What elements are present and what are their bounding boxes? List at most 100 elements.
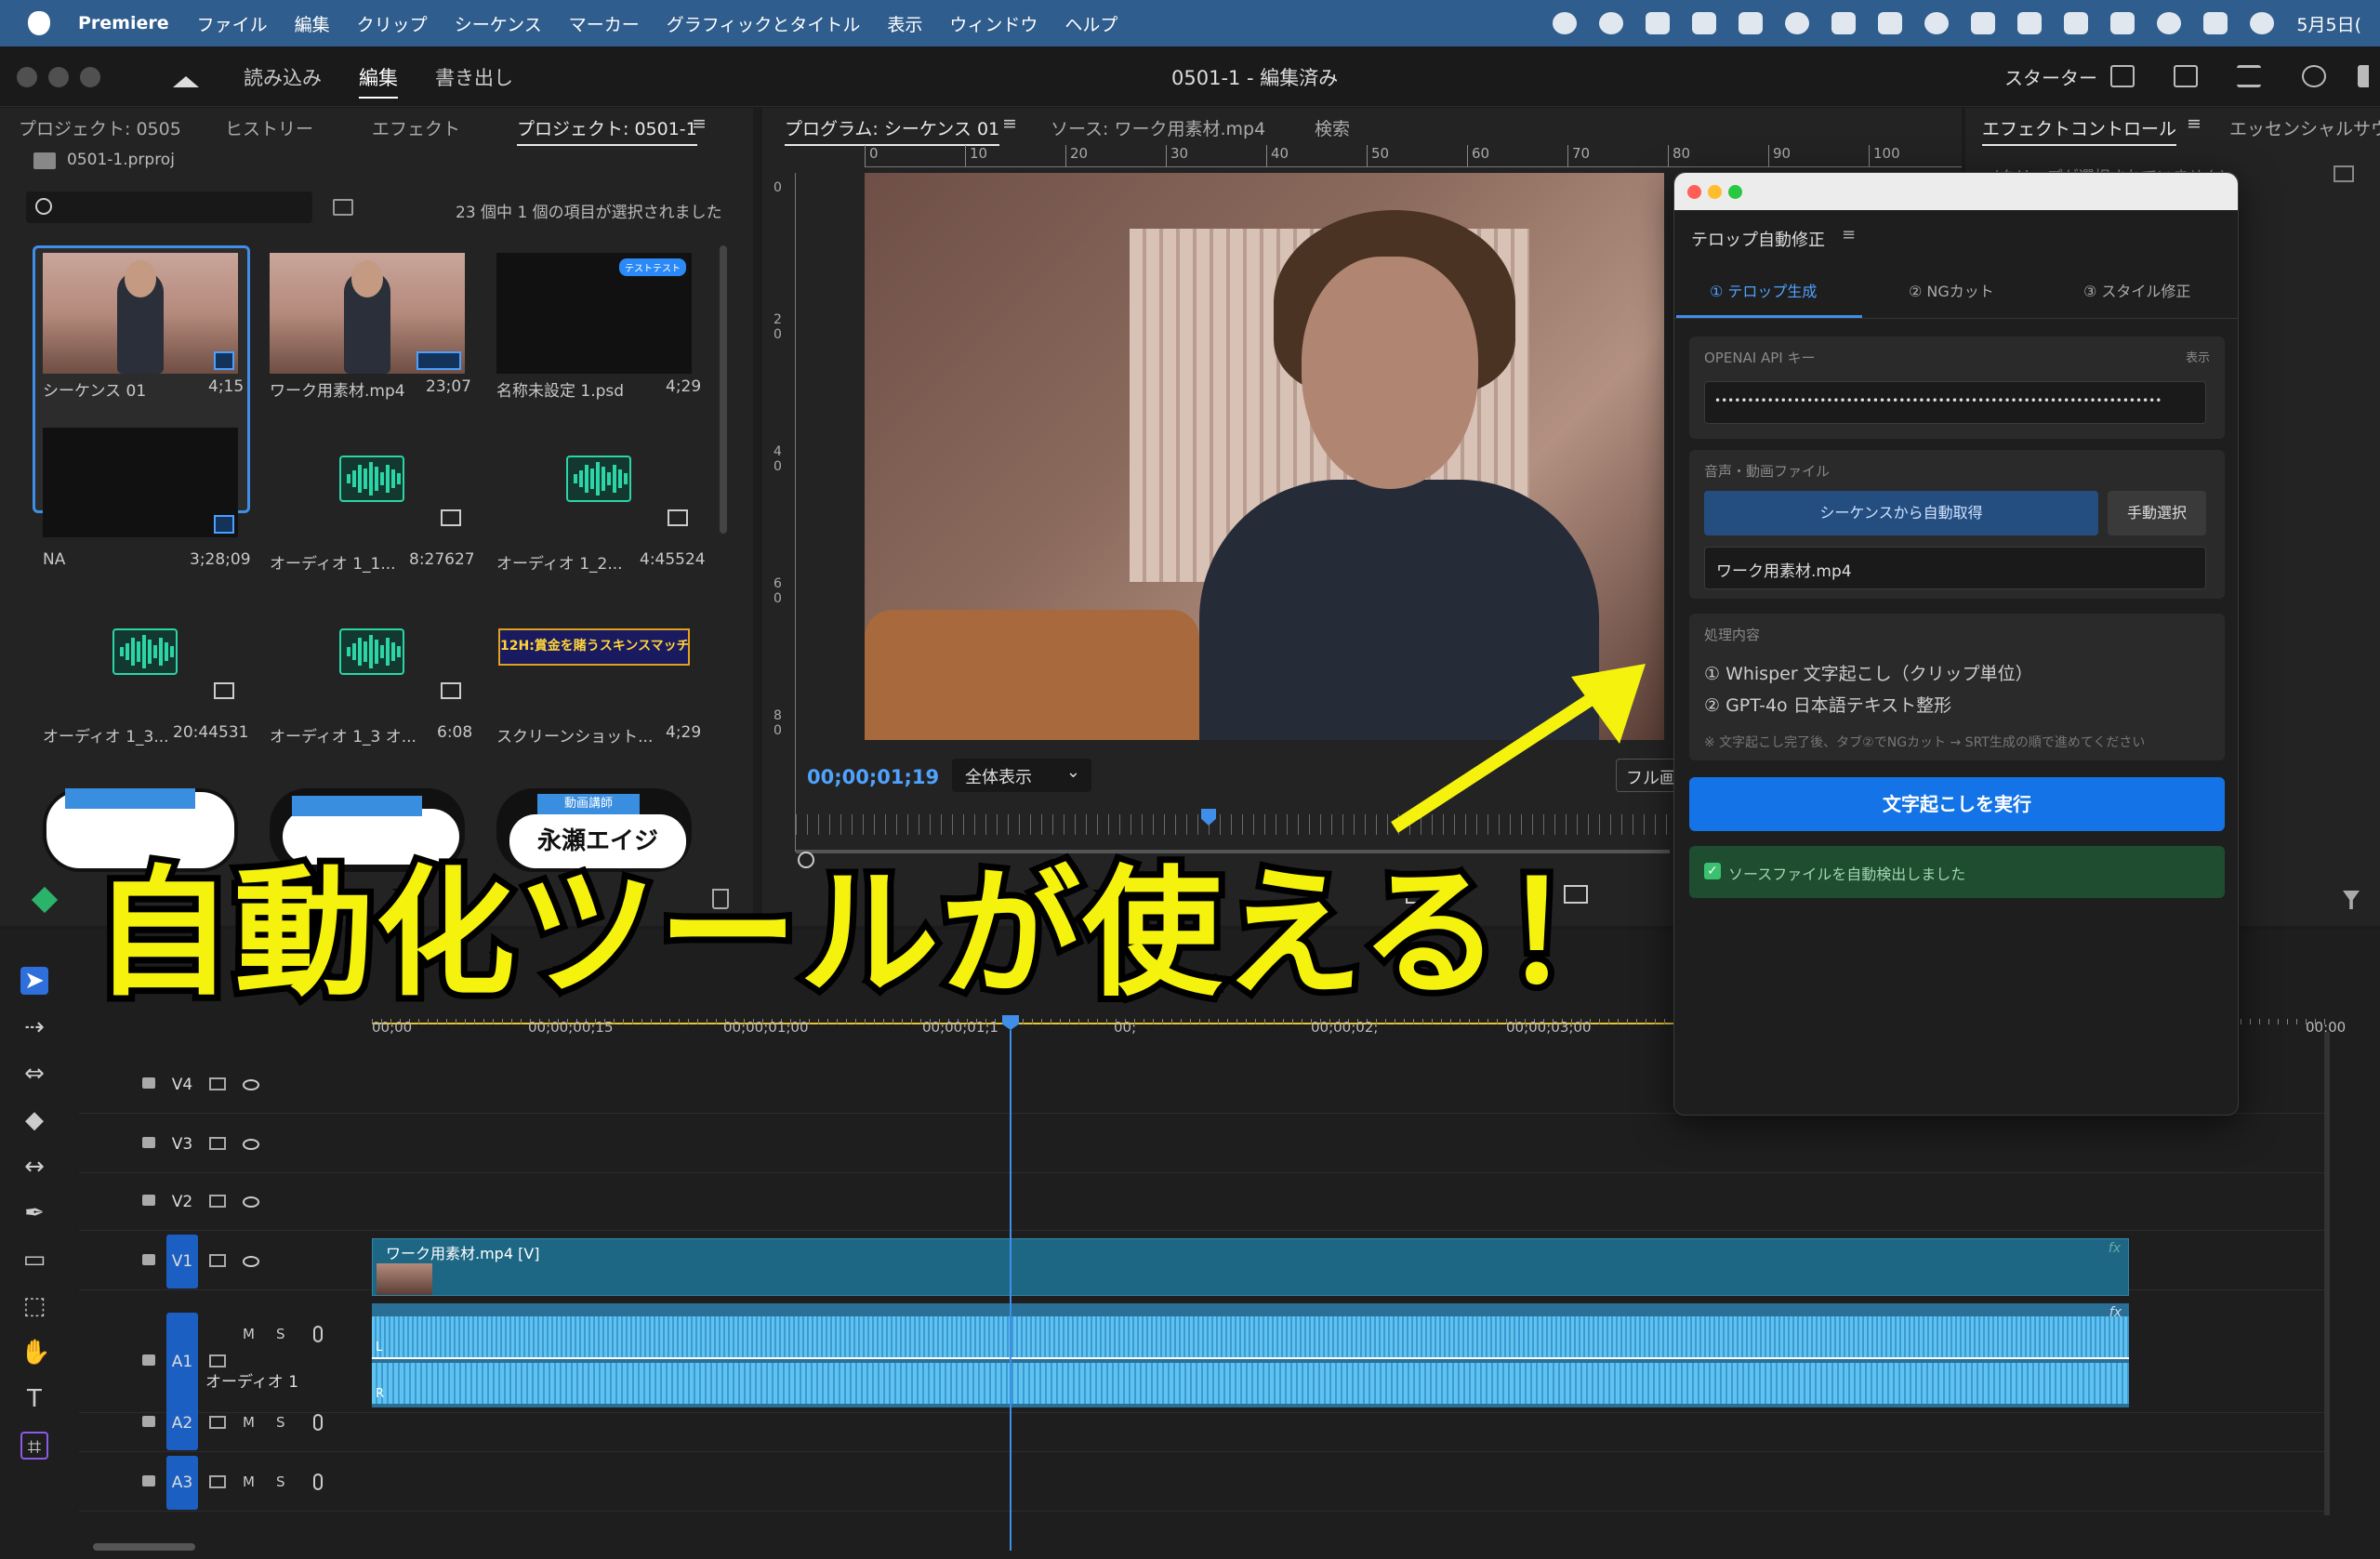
tab-history[interactable]: ヒストリー: [225, 115, 313, 140]
track-select-tool-icon[interactable]: ⇢: [20, 1013, 48, 1041]
lock-icon[interactable]: [142, 1475, 155, 1486]
thumb-na[interactable]: [43, 428, 238, 537]
slip-tool-icon[interactable]: ↔: [20, 1153, 48, 1181]
sync-lock-icon[interactable]: [209, 1254, 226, 1267]
type-tool-icon[interactable]: T: [20, 1385, 48, 1413]
microphone-icon[interactable]: [313, 1326, 323, 1342]
manual-select-button[interactable]: 手動選択: [2108, 491, 2206, 535]
logi-icon[interactable]: [1878, 12, 1903, 34]
menu-sequence[interactable]: シーケンス: [455, 11, 542, 36]
s-icon[interactable]: [1831, 12, 1857, 34]
mute-button[interactable]: M: [243, 1326, 255, 1342]
sync-lock-icon[interactable]: [209, 1354, 226, 1367]
eye-icon[interactable]: [243, 1079, 259, 1090]
sync-lock-icon[interactable]: [209, 1077, 226, 1090]
thumb-audio-1-3-o[interactable]: [270, 601, 465, 710]
solo-button[interactable]: S: [276, 1414, 285, 1431]
solo-button[interactable]: S: [276, 1326, 285, 1342]
thumb-psd[interactable]: テストテスト: [496, 253, 692, 374]
tab-export[interactable]: 書き出し: [435, 63, 513, 91]
ripple-edit-tool-icon[interactable]: ⇔: [20, 1060, 48, 1088]
new-bin-icon[interactable]: [333, 199, 353, 216]
lock-icon[interactable]: [142, 1354, 155, 1366]
bluetooth-icon[interactable]: [1971, 12, 1996, 34]
screen-mirror-icon[interactable]: [2110, 12, 2135, 34]
track-name[interactable]: V2: [166, 1191, 198, 1213]
lock-icon[interactable]: [142, 1137, 155, 1148]
tab-style-fix[interactable]: ③ スタイル修正: [2083, 279, 2190, 301]
fx-badge[interactable]: fx: [2109, 1241, 2121, 1256]
thumb-sequence-01[interactable]: [43, 253, 238, 374]
minimize-window-button[interactable]: [48, 67, 69, 87]
sync-lock-icon[interactable]: [209, 1137, 226, 1150]
tab-source[interactable]: ソース: ワーク用素材.mp4: [1051, 115, 1265, 140]
dropbox-icon[interactable]: [1646, 12, 1671, 34]
media-file-field[interactable]: ワーク用素材.mp4: [1704, 547, 2206, 589]
timeline-playhead-marker[interactable]: [1002, 1015, 1019, 1030]
eye-icon[interactable]: [243, 1256, 259, 1267]
battery-icon[interactable]: [2064, 12, 2089, 34]
menu-marker[interactable]: マーカー: [569, 11, 640, 36]
panel-layout-icon[interactable]: [2110, 65, 2135, 87]
tab-project-0505[interactable]: プロジェクト: 0505: [19, 115, 181, 140]
menu-file[interactable]: ファイル: [197, 11, 268, 36]
track-name[interactable]: V1: [166, 1235, 198, 1288]
tab-essential-sound[interactable]: エッセンシャルサウ: [2229, 115, 2380, 140]
microphone-icon[interactable]: [313, 1414, 323, 1431]
dialog-close-button[interactable]: [1687, 185, 1701, 199]
siri-icon[interactable]: [2250, 12, 2275, 34]
tab-project-0501-1[interactable]: プロジェクト: 0501-1: [517, 115, 697, 146]
api-key-input[interactable]: ••••••••••••••••••••••••••••••••••••••••…: [1704, 381, 2206, 424]
eye-icon[interactable]: [243, 1196, 259, 1208]
tab-telop-generate[interactable]: ① テロップ生成: [1710, 279, 1817, 301]
project-search-input[interactable]: [26, 192, 312, 223]
pencil-icon[interactable]: [31, 886, 59, 914]
thumb-audio-1-3[interactable]: [43, 601, 238, 710]
fx-badge[interactable]: fx: [2109, 1305, 2122, 1320]
tab-effects[interactable]: エフェクト: [372, 115, 460, 140]
panel-toggle-icon[interactable]: [2334, 165, 2354, 182]
menu-help[interactable]: ヘルプ: [1064, 11, 1117, 36]
run-transcription-button[interactable]: 文字起こしを実行: [1689, 777, 2225, 831]
auto-reframe-tool-icon[interactable]: ⌗: [20, 1432, 48, 1461]
thumb-audio-1-2[interactable]: [496, 428, 692, 537]
tab-edit[interactable]: 編集: [359, 63, 398, 99]
microphone-icon[interactable]: [313, 1473, 323, 1490]
solo-button[interactable]: S: [276, 1473, 285, 1490]
tab-program[interactable]: プログラム: シーケンス 01: [785, 115, 1000, 146]
menu-clip[interactable]: クリップ: [357, 11, 428, 36]
panel-menu-icon[interactable]: ≡: [692, 113, 707, 134]
mute-button[interactable]: M: [243, 1414, 255, 1431]
menubar-date[interactable]: 5月5日(: [2296, 11, 2361, 36]
tab-effect-controls[interactable]: エフェクトコントロール: [1982, 115, 2177, 146]
selection-tool-icon[interactable]: ➤: [20, 967, 48, 995]
input-source-icon[interactable]: [2017, 12, 2043, 34]
pen-tool-icon[interactable]: ✒: [20, 1199, 48, 1227]
menu-view[interactable]: 表示: [887, 11, 922, 36]
thumb-screenshot[interactable]: 12H:賞金を賭うスキンスマッチ!!: [496, 601, 692, 710]
menu-edit[interactable]: 編集: [295, 11, 330, 36]
speaker-icon[interactable]: [2358, 65, 2371, 87]
control-center-icon[interactable]: [2203, 12, 2228, 34]
playhead-line[interactable]: [1010, 1030, 1012, 1551]
timeline-vscrollbar[interactable]: [2324, 1032, 2330, 1515]
lock-icon[interactable]: [142, 1077, 155, 1089]
menu-graphics[interactable]: グラフィックとタイトル: [667, 11, 861, 36]
auto-fetch-button[interactable]: シーケンスから自動取得: [1704, 491, 2098, 535]
audio-clip[interactable]: L R fx: [372, 1303, 2129, 1407]
sync-lock-icon[interactable]: [209, 1416, 226, 1429]
panel-menu-icon[interactable]: ≡: [1002, 113, 1017, 134]
chatgpt-icon[interactable]: [1553, 12, 1578, 34]
gear-icon[interactable]: [1924, 12, 1950, 34]
dialog-minimize-button[interactable]: [1708, 185, 1722, 199]
home-icon[interactable]: [173, 63, 199, 87]
share-icon[interactable]: [2174, 65, 2198, 87]
mute-button[interactable]: M: [243, 1473, 255, 1490]
menu-window[interactable]: ウィンドウ: [949, 11, 1038, 36]
video-clip[interactable]: ワーク用素材.mp4 [V] fx: [372, 1238, 2129, 1296]
lock-icon[interactable]: [142, 1195, 155, 1206]
track-name[interactable]: A3: [166, 1456, 198, 1510]
volume-line[interactable]: [372, 1357, 2129, 1359]
workspace-label[interactable]: スターター: [2004, 63, 2097, 90]
creative-cloud-icon[interactable]: [1785, 12, 1810, 34]
